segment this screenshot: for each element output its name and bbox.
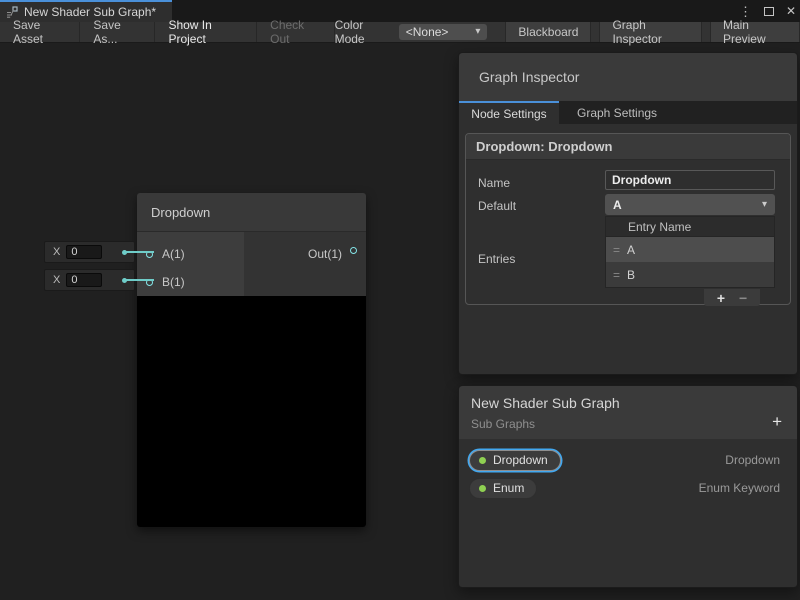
property-pill-dropdown[interactable]: Dropdown — [469, 450, 561, 471]
name-field[interactable] — [605, 170, 775, 190]
graph-inspector-title: Graph Inspector — [459, 53, 797, 101]
property-pill-label: Dropdown — [493, 453, 548, 467]
property-pill-label: Enum — [493, 481, 524, 495]
property-pill-enum[interactable]: Enum — [469, 478, 537, 499]
port-out-icon[interactable] — [350, 247, 357, 254]
shader-graph-icon — [6, 6, 18, 18]
entries-footer: + − — [704, 289, 760, 306]
chevron-down-icon: ▾ — [475, 27, 480, 37]
entry-row-a[interactable]: = A — [606, 237, 774, 262]
input-port-b: B(1) — [137, 268, 244, 296]
entry-row-b[interactable]: = B — [606, 262, 774, 287]
keyword-dot-icon — [479, 457, 486, 464]
dropdown-node[interactable]: Dropdown A(1) B(1) Out(1) — [137, 193, 366, 527]
color-mode-dropdown[interactable]: <None> ▾ — [399, 24, 488, 40]
port-a-label: A(1) — [162, 247, 185, 261]
toolbar: Save Asset Save As... Show In Project Ch… — [0, 22, 800, 43]
wire-b — [126, 279, 154, 281]
save-asset-button[interactable]: Save Asset — [0, 22, 80, 42]
default-dropdown[interactable]: A ▾ — [605, 194, 775, 215]
color-mode-value: <None> — [406, 25, 449, 39]
blackboard-subtitle: Sub Graphs — [471, 417, 785, 431]
entries-list: Entry Name = A = B — [605, 216, 775, 288]
keyword-dot-icon — [479, 485, 486, 492]
node-title[interactable]: Dropdown — [137, 193, 366, 232]
inspector-tabs: Node Settings Graph Settings — [459, 101, 797, 124]
tab-node-settings[interactable]: Node Settings — [459, 101, 559, 124]
default-value: A — [613, 198, 622, 212]
blackboard-header: New Shader Sub Graph Sub Graphs + — [459, 386, 797, 439]
graph-inspector-toggle-button[interactable]: Graph Inspector — [599, 22, 702, 42]
input-port-a: A(1) — [137, 240, 244, 268]
blackboard-title: New Shader Sub Graph — [471, 395, 785, 411]
node-input-ports: A(1) B(1) — [137, 232, 244, 296]
add-entry-button[interactable]: + — [717, 291, 725, 305]
port-b-label: B(1) — [162, 275, 185, 289]
entries-label: Entries — [478, 252, 515, 266]
property-type-label: Enum Keyword — [699, 481, 780, 495]
drag-handle-icon[interactable]: = — [613, 268, 627, 282]
section-title: Dropdown: Dropdown — [466, 134, 790, 160]
color-mode-label: Color Mode — [335, 22, 399, 42]
main-preview-toggle-button[interactable]: Main Preview — [710, 22, 800, 42]
add-property-button[interactable]: + — [772, 413, 782, 430]
node-output-ports: Out(1) — [244, 232, 366, 296]
list-item: Dropdown Dropdown — [459, 446, 797, 474]
property-type-label: Dropdown — [725, 453, 780, 467]
node-body: A(1) B(1) Out(1) — [137, 232, 366, 296]
entry-b-label: B — [627, 268, 635, 282]
name-label: Name — [478, 176, 510, 190]
list-item: Enum Enum Keyword — [459, 474, 797, 502]
input-b-default-widget: X — [44, 269, 135, 291]
tab-title: New Shader Sub Graph* — [24, 5, 156, 19]
close-icon[interactable]: ✕ — [786, 5, 796, 17]
port-out-label: Out(1) — [308, 247, 342, 261]
entry-a-label: A — [627, 243, 635, 257]
blackboard-toggle-button[interactable]: Blackboard — [505, 22, 591, 42]
check-out-button[interactable]: Check Out — [257, 22, 334, 42]
chevron-down-icon: ▾ — [762, 199, 767, 210]
axis-x-label: X — [53, 274, 60, 286]
window-menu-icon[interactable]: ⋮ — [739, 5, 752, 18]
input-b-value-field[interactable] — [66, 273, 102, 287]
default-label: Default — [478, 199, 516, 213]
save-as-button[interactable]: Save As... — [80, 22, 155, 42]
input-a-default-widget: X — [44, 241, 135, 263]
shader-graph-window: New Shader Sub Graph* ⋮ ✕ Save Asset Sav… — [0, 0, 800, 600]
entries-header: Entry Name — [606, 217, 774, 237]
node-preview — [137, 296, 366, 527]
input-a-value-field[interactable] — [66, 245, 102, 259]
dropdown-settings-section: Dropdown: Dropdown Name Default A ▾ Entr… — [465, 133, 791, 305]
show-in-project-button[interactable]: Show In Project — [155, 22, 257, 42]
maximize-icon[interactable] — [764, 7, 774, 16]
remove-entry-button[interactable]: − — [739, 291, 747, 305]
tab-graph-settings[interactable]: Graph Settings — [559, 101, 675, 124]
blackboard-items: Dropdown Dropdown Enum Enum Keyword — [459, 439, 797, 502]
axis-x-label: X — [53, 246, 60, 258]
blackboard-panel: New Shader Sub Graph Sub Graphs + Dropdo… — [458, 385, 798, 588]
wire-a — [126, 251, 154, 253]
graph-inspector-panel: Graph Inspector Node Settings Graph Sett… — [458, 52, 798, 375]
drag-handle-icon[interactable]: = — [613, 243, 627, 257]
